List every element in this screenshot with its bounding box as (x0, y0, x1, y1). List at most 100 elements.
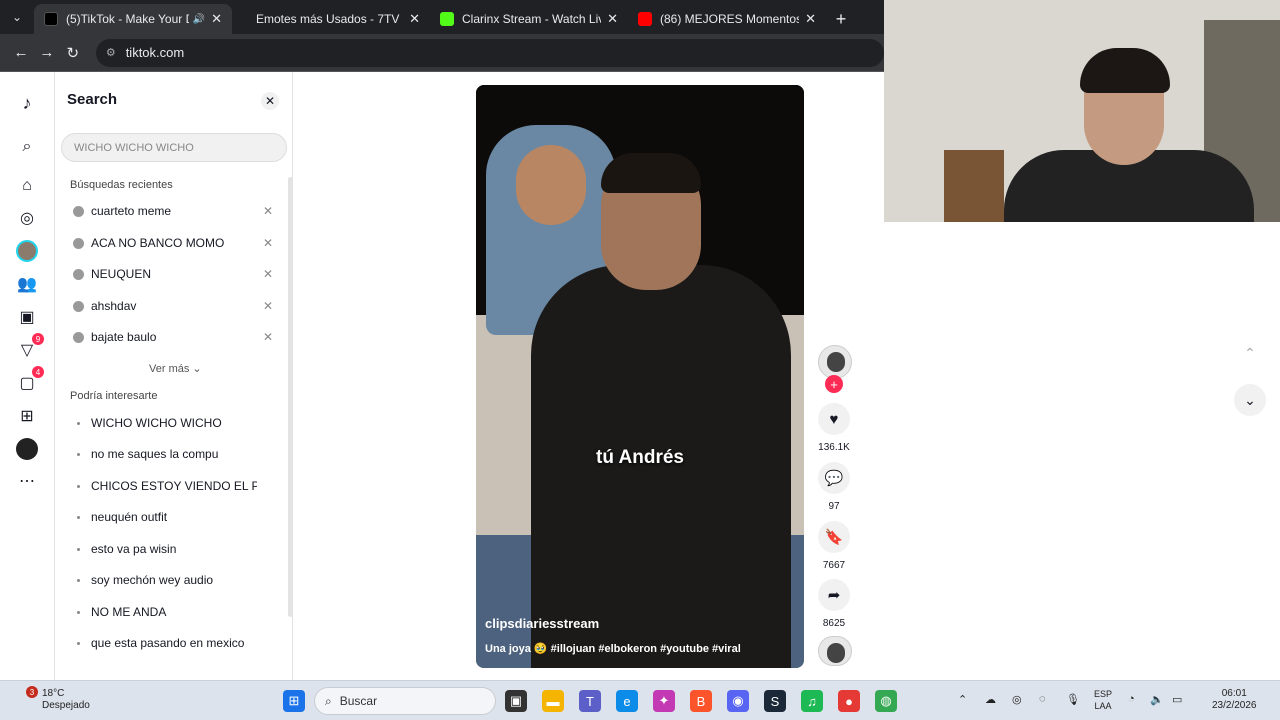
teams-icon[interactable]: T (579, 690, 601, 712)
bullet-icon (77, 610, 80, 614)
more-icon[interactable]: ⋯ (16, 470, 38, 492)
battery-icon[interactable]: ▭ (1172, 693, 1182, 706)
video-player[interactable]: tú Andrés clipsdiariesstream Una joya 🥹 … (476, 85, 804, 668)
spotify-icon[interactable]: ♫ (801, 690, 823, 712)
recent-search-item[interactable]: ACA NO BANCO MOMO ✕ (73, 233, 273, 253)
recent-search-item[interactable]: NEUQUEN ✕ (73, 264, 273, 284)
video-background-head (516, 145, 586, 225)
chevron-down-icon[interactable]: ⌄ (1234, 384, 1266, 416)
close-tab-icon[interactable]: ✕ (607, 11, 618, 27)
remove-icon[interactable]: ✕ (263, 299, 273, 313)
language-indicator[interactable]: ESP LAA (1094, 688, 1112, 712)
suggestion-item[interactable]: que esta pasando en mexico (77, 636, 257, 650)
like-count: 136.1K (818, 442, 850, 453)
edge-icon[interactable]: e (616, 690, 638, 712)
messages-icon[interactable]: ▢ 4 (16, 366, 44, 394)
suggestion-item[interactable]: soy mechón wey audio (77, 573, 257, 587)
brave-icon[interactable]: B (690, 690, 712, 712)
suggestion-item[interactable]: WICHO WICHO WICHO (77, 416, 257, 430)
profile-icon[interactable] (16, 438, 38, 460)
reload-icon[interactable]: ↻ (60, 44, 86, 62)
windows-start-icon[interactable]: ⊞ (283, 690, 305, 712)
home-icon[interactable]: ⌂ (16, 175, 38, 197)
suggestion-item[interactable]: neuquén outfit (77, 510, 257, 524)
tab-youtube[interactable]: (86) MEJORES Momentos de RI ✕ (628, 4, 826, 34)
bookmark-icon[interactable]: 🔖 (818, 521, 850, 553)
back-icon[interactable]: ← (8, 44, 34, 61)
suggestion-item[interactable]: esto va pa wisin (77, 542, 257, 556)
inbox-icon[interactable]: ▽ 9 (16, 333, 44, 361)
discord-icon[interactable]: ◉ (727, 690, 749, 712)
recent-search-item[interactable]: ahshdav ✕ (73, 296, 273, 316)
forward-icon[interactable]: → (34, 44, 60, 61)
search-icon[interactable]: ⌕ (16, 136, 38, 158)
steam-icon[interactable]: S (764, 690, 786, 712)
close-search-icon[interactable]: ✕ (261, 92, 279, 110)
like-heart-icon[interactable]: ♥ (818, 403, 850, 435)
task-view-icon[interactable]: ▣ (505, 690, 527, 712)
explore-icon[interactable]: ◎ (16, 207, 38, 229)
system-clock[interactable]: 06:01 23/2/2026 (1212, 688, 1257, 712)
search-input[interactable] (61, 133, 287, 162)
creator-avatar[interactable] (818, 345, 852, 379)
new-tab-button[interactable]: + (826, 4, 856, 34)
file-explorer-icon[interactable]: ▬ (542, 690, 564, 712)
recent-search-label: bajate baulo (91, 330, 157, 344)
tray-chevron-icon[interactable]: ⌃ (958, 693, 967, 706)
recent-search-item[interactable]: bajate baulo ✕ (73, 327, 273, 347)
suggestion-item[interactable]: no me saques la compu (77, 447, 257, 461)
sound-avatar[interactable] (818, 636, 852, 666)
app-icon[interactable]: ● (838, 690, 860, 712)
close-tab-icon[interactable]: ✕ (805, 11, 816, 27)
tray-app-icon[interactable]: ◎ (1012, 693, 1022, 706)
recent-search-label: ACA NO BANCO MOMO (91, 236, 225, 250)
suggestion-item[interactable]: CHICOS ESTOY VIENDO EL P... (77, 479, 257, 493)
see-more-button[interactable]: Ver más ⌄ (149, 362, 202, 375)
bullet-icon (77, 641, 80, 645)
windows-taskbar: 3 18°C Despejado ⊞ ⌕ Buscar ▣ ▬ T e ✦ B ◉… (0, 680, 1280, 720)
volume-icon[interactable]: 🔈 (1150, 693, 1164, 706)
remove-icon[interactable]: ✕ (263, 204, 273, 218)
tab-7tv[interactable]: Emotes más Usados - 7TV ✕ (232, 4, 430, 34)
tiktok-page: ♪ ⌕ ⌂ ◎ 👥 ▣ ▽9 ▢4 ⊞ ⋯ Search ✕ Búsquedas… (0, 72, 884, 680)
follow-plus-icon[interactable]: + (825, 375, 843, 393)
wifi-icon[interactable]: ◔ (1128, 693, 1135, 705)
video-author[interactable]: clipsdiariesstream (485, 616, 599, 631)
tray-app2-icon[interactable]: ◌ (1039, 693, 1046, 705)
speaker-icon[interactable]: 🔊 (193, 14, 205, 25)
video-description: Una joya 🥹 #illojuan #elbokeron #youtube… (485, 643, 741, 655)
site-info-icon[interactable]: ⚙ (106, 46, 116, 59)
close-tab-icon[interactable]: ✕ (211, 11, 222, 27)
tray-onedrive-icon[interactable]: ☁ (985, 693, 996, 706)
upload-icon[interactable]: ⊞ (16, 405, 38, 427)
taskbar-search[interactable]: ⌕ Buscar (314, 687, 496, 715)
tab-search-icon[interactable]: ⌄ (0, 0, 34, 34)
panel-scrollbar[interactable] (288, 177, 293, 617)
copilot-icon[interactable]: ✦ (653, 690, 675, 712)
weather-badge: 3 (26, 686, 38, 698)
bullet-icon (77, 452, 80, 456)
bullet-icon (77, 578, 80, 582)
remove-icon[interactable]: ✕ (263, 267, 273, 281)
live-icon[interactable]: ▣ (16, 306, 38, 328)
weather-widget[interactable]: 18°C Despejado (42, 688, 90, 712)
remove-icon[interactable]: ✕ (263, 330, 273, 344)
remove-icon[interactable]: ✕ (263, 236, 273, 250)
clock-time: 06:01 (1221, 688, 1247, 699)
comment-icon[interactable]: 💬 (818, 462, 850, 494)
profile-avatar-icon[interactable] (16, 240, 38, 262)
tab-tiktok[interactable]: (5)TikTok - Make Your Day 🔊 ✕ (34, 4, 232, 34)
tab-kick[interactable]: Clarinx Stream - Watch Live on ✕ (430, 4, 628, 34)
share-icon[interactable]: ➦ (818, 579, 850, 611)
clock-icon (73, 268, 84, 280)
close-tab-icon[interactable]: ✕ (409, 11, 420, 27)
tiktok-logo-icon[interactable]: ♪ (16, 92, 38, 114)
url-field[interactable]: ⚙ tiktok.com (95, 38, 884, 67)
recent-search-item[interactable]: cuarteto meme ✕ (73, 201, 273, 221)
tray-mic-icon[interactable]: 🎙 (1066, 693, 1080, 706)
chevron-up-icon[interactable]: ⌃ (1234, 337, 1266, 369)
following-icon[interactable]: 👥 (16, 273, 38, 295)
chevron-down-icon: ⌄ (192, 363, 202, 375)
chrome-icon[interactable]: ◍ (875, 690, 897, 712)
suggestion-item[interactable]: NO ME ANDA (77, 605, 257, 619)
